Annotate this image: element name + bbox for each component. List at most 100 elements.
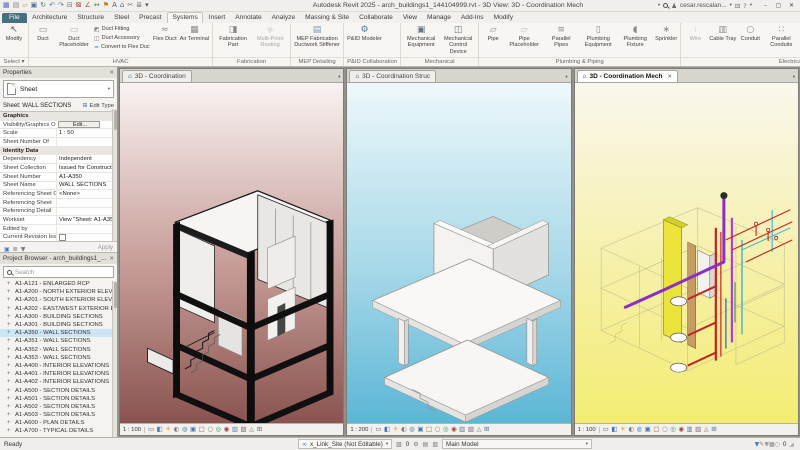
tab-list-icon[interactable]: ▾ <box>793 75 795 80</box>
visual-style-icon[interactable]: ◧ <box>384 426 390 433</box>
worksets-icon[interactable]: ▤ <box>423 441 429 448</box>
reveal-hidden-icon[interactable]: ◉ <box>224 426 230 433</box>
worksharing-settings-icon[interactable]: ⚙ <box>413 441 418 448</box>
ribbon-tab[interactable]: Manage <box>423 13 456 23</box>
ribbon-tab[interactable]: Add-Ins <box>456 13 488 23</box>
constraints-icon[interactable]: ⊞ <box>484 426 489 433</box>
search-icon[interactable] <box>663 3 669 8</box>
property-row[interactable]: Referencing Sheet <box>0 198 112 208</box>
sheet-tree-item[interactable]: + A1-A350 - WALL SECTIONS <box>0 329 112 338</box>
flex-duct-button[interactable]: ≈ Flex Duct <box>152 24 178 57</box>
type-selector[interactable]: Sheet ▾ <box>3 80 114 98</box>
visual-style-icon[interactable]: ◧ <box>157 426 163 433</box>
sheet-tree-item[interactable]: + A1-A501 - SECTION DETAILS <box>0 395 112 403</box>
sheet-tree-item[interactable]: + A1-A121 - ENLARGED RCP <box>0 280 112 288</box>
sun-path-icon[interactable]: ☀ <box>620 426 626 433</box>
conduit-button[interactable]: ○ Conduit <box>738 24 762 57</box>
sheet-tree-item[interactable]: + A1-A300 - BUILDING SECTIONS <box>0 313 112 321</box>
app-store-icon[interactable]: ⊟ <box>735 2 740 10</box>
help-icon[interactable]: ? <box>743 2 746 10</box>
expander-icon[interactable]: + <box>7 404 12 410</box>
temporary-view-properties-icon[interactable]: ▧ <box>240 426 246 433</box>
open-icon[interactable]: ▱ <box>22 2 27 9</box>
scale-button[interactable]: 1 : 100 <box>578 426 600 433</box>
worksharing-display-icon[interactable]: ▥ <box>686 426 692 433</box>
sheet-tree-item[interactable]: + A1-A352 - WALL SECTIONS <box>0 346 112 354</box>
expander-icon[interactable]: + <box>7 379 12 385</box>
temporary-hide-isolate-icon[interactable]: ◎ <box>443 426 449 433</box>
expand-all-icon[interactable]: ≣ <box>13 246 18 252</box>
expander-icon[interactable]: + <box>7 289 12 295</box>
ribbon-tab[interactable]: File <box>2 13 27 23</box>
zoom-icon[interactable]: ▭ <box>603 426 609 433</box>
ribbon-tab[interactable]: Structure <box>73 13 109 23</box>
close-tab-icon[interactable]: ✕ <box>667 74 672 80</box>
property-row[interactable]: Scale 1 : 50 <box>0 129 112 139</box>
shadows-icon[interactable]: ◐ <box>401 426 407 433</box>
chevron-down-icon[interactable]: ▾ <box>658 3 660 8</box>
properties-scrollbar[interactable] <box>112 109 117 241</box>
chevron-down-icon[interactable]: ▾ <box>750 3 752 8</box>
constraints-icon[interactable]: ⊞ <box>711 426 716 433</box>
close-button[interactable]: ✕ <box>786 1 797 10</box>
sun-path-icon[interactable]: ☀ <box>393 426 399 433</box>
scale-button[interactable]: 1 : 200 <box>350 426 373 433</box>
browser-search-input[interactable]: Search <box>3 266 114 278</box>
sheet-tree-item[interactable]: + A1-A503 - SECTION DETAILS <box>0 411 112 419</box>
ribbon-tab[interactable]: Insert <box>204 13 230 23</box>
view-tab-3d-coordination-struc[interactable]: ⌂ 3D - Coordination Struc <box>349 70 437 82</box>
undo-icon[interactable]: ↶ <box>49 2 55 9</box>
close-icon[interactable]: ✕ <box>109 70 114 76</box>
duct-placeholder-button[interactable]: ▭ Duct Placeholder <box>56 24 92 57</box>
expander-icon[interactable]: + <box>7 412 12 418</box>
property-row[interactable]: Dependency Independent <box>0 155 112 165</box>
expander-icon[interactable]: + <box>7 297 12 303</box>
duct-accessory-button[interactable]: ◫ Duct Accessory <box>94 34 150 42</box>
sheet-tree-item[interactable]: + A1-A200 - NORTH EXTERIOR ELEVATION <box>0 288 112 296</box>
scale-button[interactable]: 1 : 100 <box>123 426 146 433</box>
temporary-view-properties-icon[interactable]: ▧ <box>695 426 701 433</box>
constraints-icon[interactable]: ⊞ <box>257 426 262 433</box>
ribbon-tab[interactable]: Architecture <box>28 13 72 23</box>
tab-list-icon[interactable]: ▾ <box>565 75 567 80</box>
mechanical-equipment-button[interactable]: ▣ Mechanical Equipment <box>403 24 439 57</box>
expander-icon[interactable]: + <box>7 322 12 328</box>
temporary-hide-isolate-icon[interactable]: ◎ <box>215 426 221 433</box>
property-row[interactable]: Sheet Number Of <box>0 138 112 147</box>
ribbon-tab[interactable]: Massing & Site <box>301 13 354 23</box>
minimize-button[interactable]: – <box>760 1 771 10</box>
fabrication-part-button[interactable]: ◨ Fabrication Part <box>215 24 251 57</box>
sun-path-icon[interactable]: ☀ <box>165 426 171 433</box>
view-tab-3d-coordination[interactable]: ⌂ 3D - Coordination <box>122 70 192 82</box>
property-row[interactable]: Edited by <box>0 224 112 234</box>
print-icon[interactable]: ⊟ <box>67 2 73 9</box>
zoom-icon[interactable]: ▭ <box>375 426 381 433</box>
crop-view-icon[interactable]: ▣ <box>417 426 423 433</box>
default-3d-view-icon[interactable]: ⌂ <box>120 2 124 9</box>
parallel-conduits-button[interactable]: ∷ Parallel Conduits <box>763 24 799 57</box>
panel-label-select[interactable]: Select ▾ <box>0 57 28 66</box>
select-filter-icon[interactable]: ○ <box>775 441 780 448</box>
apply-button[interactable]: Apply <box>98 244 113 251</box>
tab-list-icon[interactable]: ▾ <box>338 75 340 80</box>
save-icon[interactable]: ▣ <box>31 2 38 9</box>
property-row[interactable]: Sheet Collection Issued for Construction <box>0 164 112 173</box>
thin-lines-icon[interactable]: ≣ <box>136 2 142 9</box>
view-tab-3d-coordination-mech[interactable]: ⌂ 3D - Coordination Mech ✕ <box>576 70 679 82</box>
ribbon-tab[interactable]: Analyze <box>267 13 299 23</box>
crop-view-icon[interactable]: ▣ <box>190 426 196 433</box>
show-crop-icon[interactable]: □ <box>199 426 205 433</box>
property-row[interactable]: Sheet Name WALL SECTIONS <box>0 181 112 191</box>
show-crop-icon[interactable]: □ <box>653 426 659 433</box>
cable-tray-button[interactable]: ▥ Cable Tray <box>708 24 737 57</box>
property-row[interactable]: Referencing Sheet C... <None> <box>0 190 112 199</box>
text-icon[interactable]: A <box>112 2 117 9</box>
parallel-pipes-button[interactable]: ≡ Parallel Pipes <box>543 24 579 57</box>
ribbon-tab[interactable]: Precast <box>135 13 166 23</box>
design-options-icon[interactable]: ▥ <box>432 441 438 448</box>
expander-icon[interactable]: + <box>7 306 12 312</box>
unlocked-view-icon[interactable]: ○ <box>435 426 441 433</box>
ribbon-tab[interactable]: Steel <box>110 13 134 23</box>
expander-icon[interactable]: + <box>7 420 12 426</box>
sheet-tree-item[interactable]: + A1-A401 - INTERIOR ELEVATIONS <box>0 370 112 378</box>
